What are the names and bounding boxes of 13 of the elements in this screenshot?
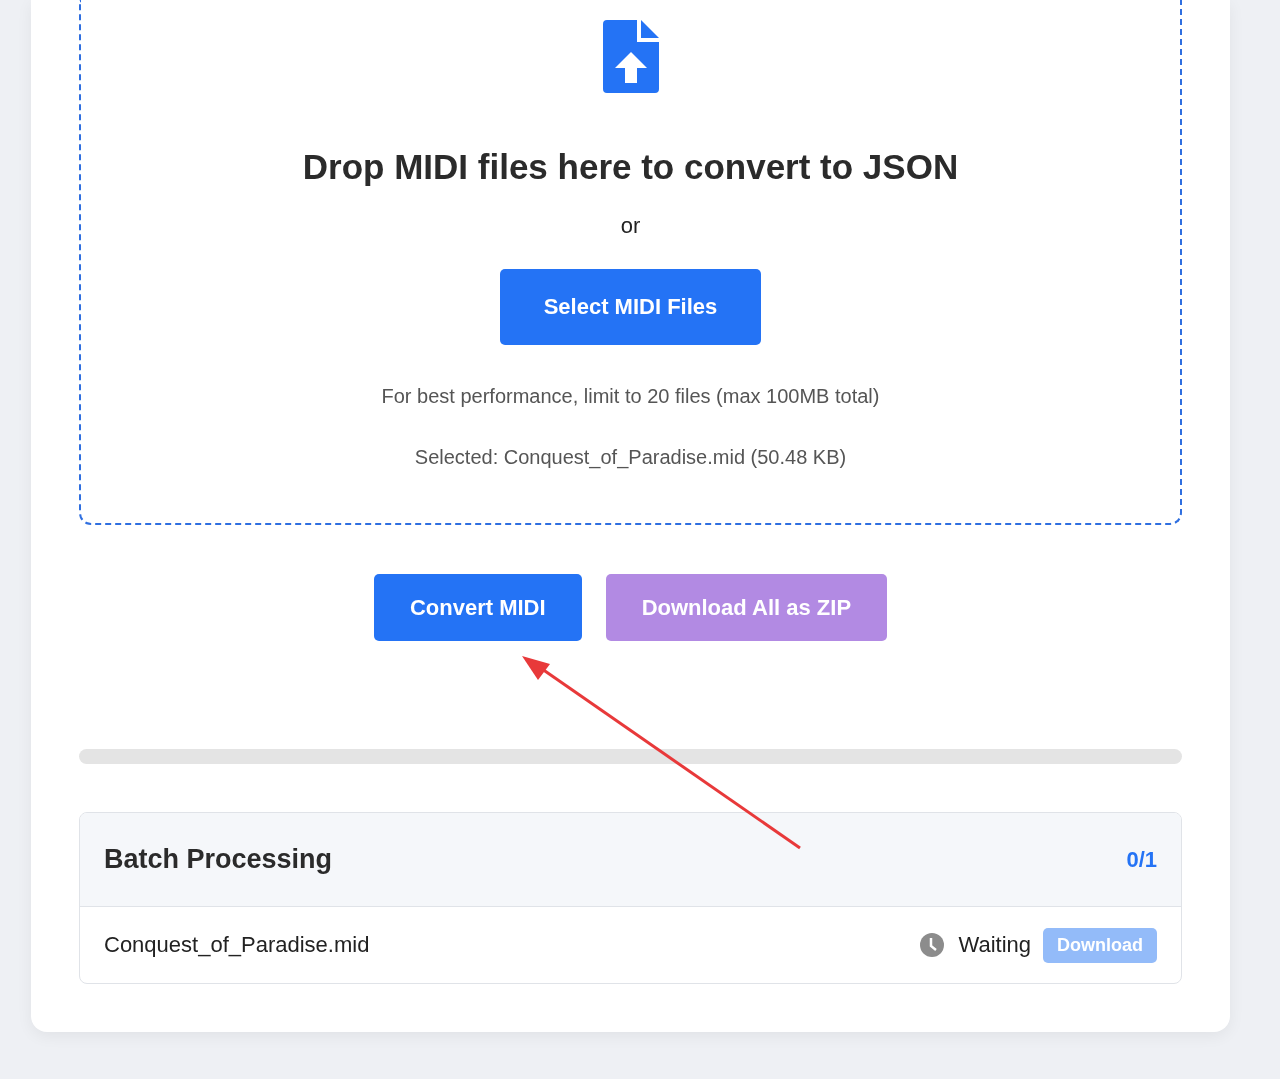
batch-title: Batch Processing (104, 844, 333, 875)
selected-file-text: Selected: Conquest_of_Paradise.mid (50.48 KB) (414, 446, 847, 469)
separator-text: or (620, 213, 641, 239)
file-status: Waiting (958, 932, 1031, 958)
limit-hint: For best performance, limit to 20 files (max 100MB total) (381, 385, 880, 408)
select-files-button[interactable]: Select MIDI Files (500, 269, 761, 345)
clock-icon (920, 933, 945, 957)
file-name: Conquest_of_Paradise.mid (104, 932, 371, 958)
convert-button[interactable]: Convert MIDI (373, 574, 582, 641)
batch-count: 0/1 (1126, 846, 1157, 873)
file-upload-icon (602, 20, 659, 93)
drop-zone[interactable]: Drop MIDI files here to convert to JSON or Select MIDI Files For best performance, limit to 20 files (max 100MB total) Selected: Conquest_of_Paradise.mid (50.48 KB) (79, 0, 1182, 525)
drop-title: Drop MIDI files here to convert to JSON (302, 147, 959, 187)
